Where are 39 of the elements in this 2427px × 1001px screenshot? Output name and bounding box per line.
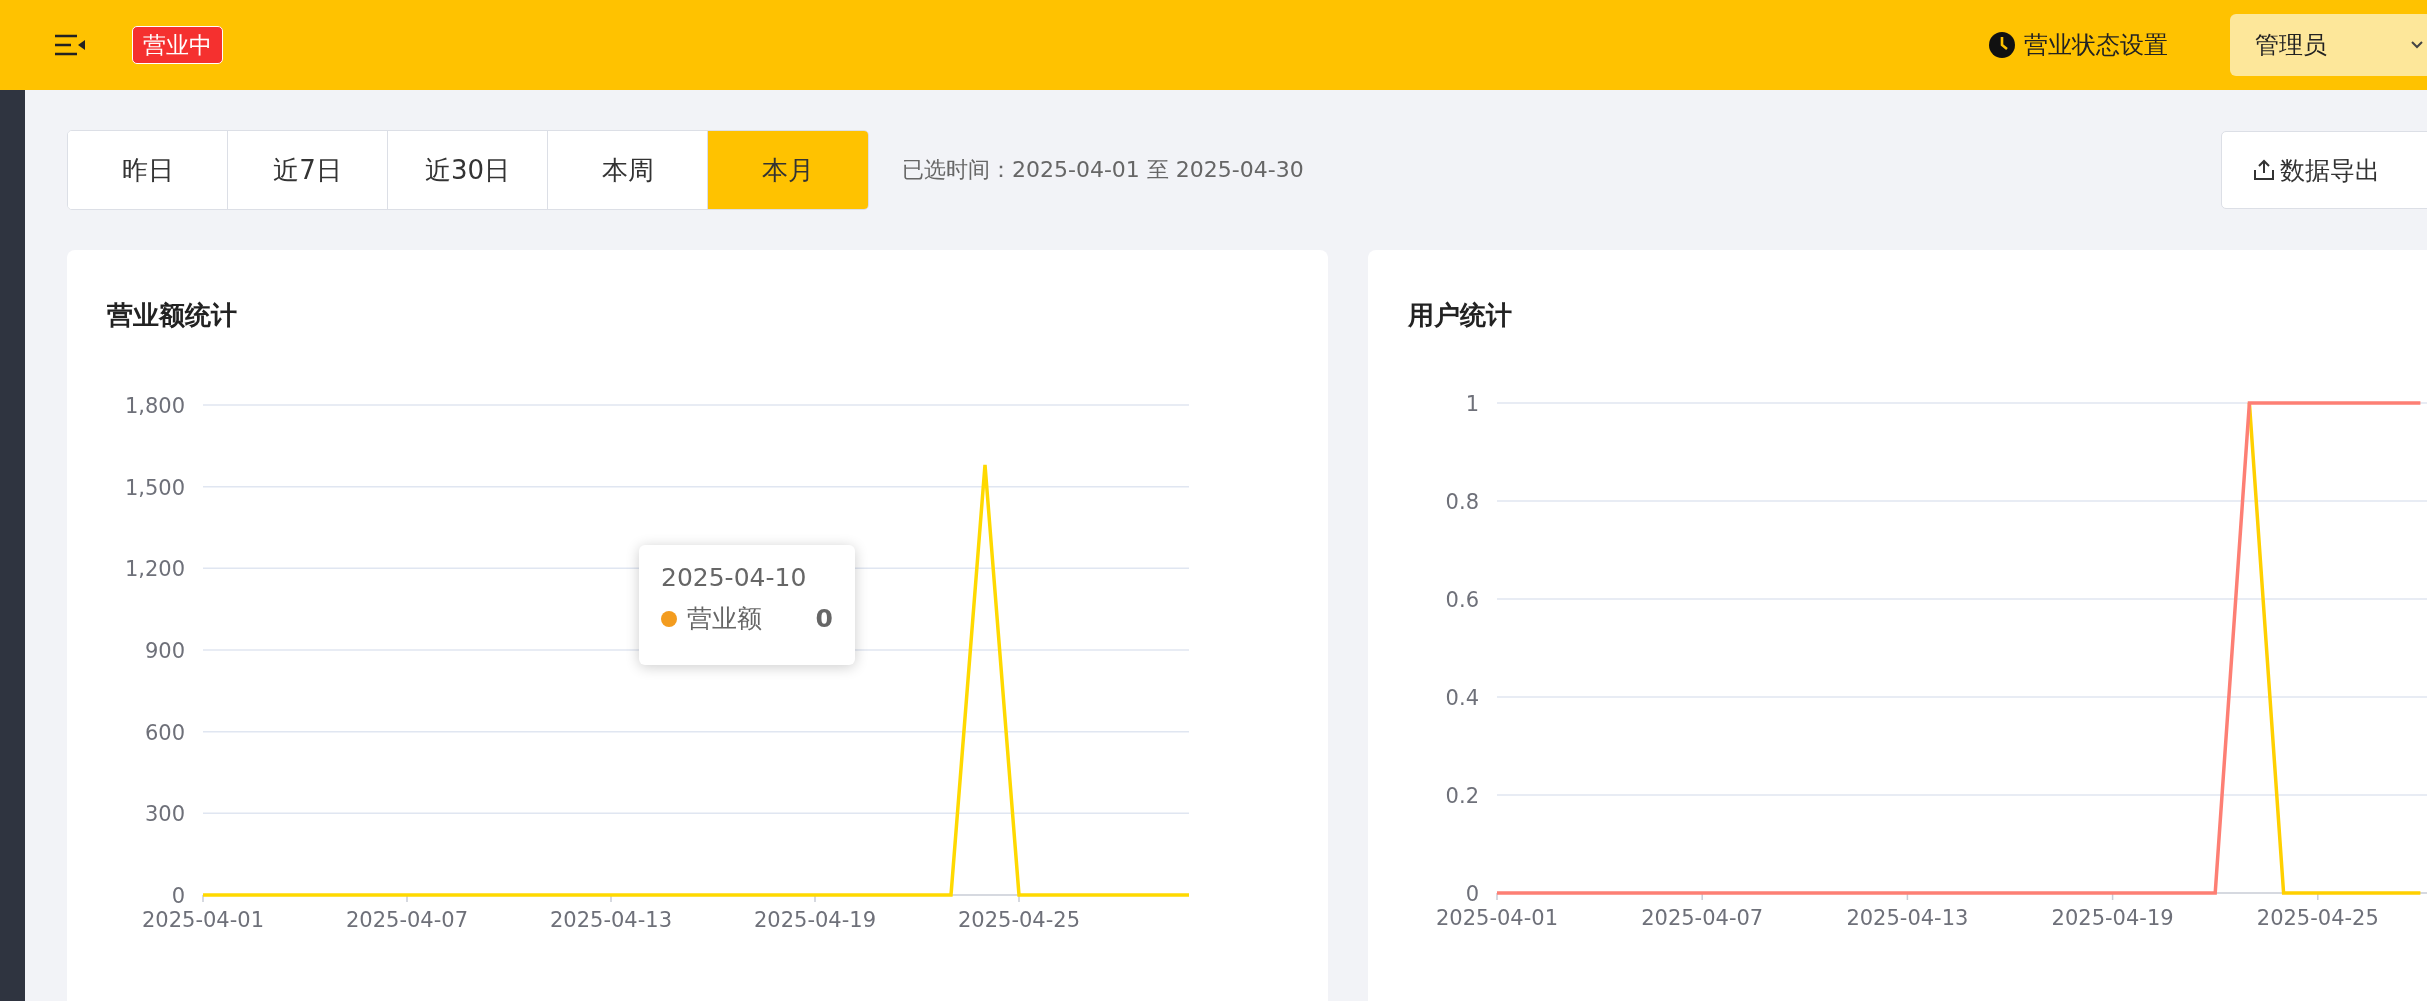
y-axis-label: 0.8	[1445, 490, 1479, 514]
x-axis-label: 2025-04-25	[958, 908, 1080, 932]
x-axis-label: 2025-04-01	[1436, 906, 1558, 930]
y-axis-label: 0	[1465, 882, 1479, 906]
tooltip-value: 0	[815, 604, 833, 633]
y-axis-label: 0	[171, 884, 185, 908]
y-axis-label: 1,500	[124, 475, 185, 500]
y-axis-label: 900	[144, 639, 185, 663]
y-axis-label: 600	[144, 720, 185, 745]
x-axis-label: 2025-04-25	[2256, 906, 2379, 930]
status-badge: 营业中	[132, 26, 223, 64]
y-axis-label: 1,200	[124, 557, 185, 582]
export-button[interactable]: 数据导出	[2221, 131, 2427, 209]
y-axis-label: 0.4	[1445, 686, 1479, 710]
x-axis-label: 2025-04-13	[1846, 906, 1969, 930]
date-range-tab[interactable]: 本月	[708, 131, 868, 209]
x-axis-label: 2025-04-19	[754, 908, 876, 932]
caret-icon	[2411, 41, 2423, 49]
x-axis-label: 2025-04-07	[1641, 906, 1764, 930]
status-settings-button[interactable]: 营业状态设置	[1988, 29, 2168, 61]
tooltip-series-name: 营业额	[687, 603, 762, 635]
clock-icon	[1988, 31, 2016, 59]
tooltip-date: 2025-04-10	[661, 563, 808, 592]
x-axis-label: 2025-04-07	[346, 908, 468, 932]
x-axis-label: 2025-04-19	[2051, 906, 2174, 930]
y-axis-label: 300	[144, 802, 185, 827]
selected-range-text: 已选时间：2025-04-01 至 2025-04-30	[902, 156, 1304, 184]
date-range-tab[interactable]: 昨日	[68, 131, 228, 209]
x-axis-label: 2025-04-13	[550, 908, 672, 932]
y-axis-label: 1	[1465, 392, 1479, 416]
y-axis-label: 0.6	[1445, 588, 1479, 612]
user-menu[interactable]: 管理员	[2230, 14, 2427, 76]
x-axis-label: 2025-04-01	[142, 908, 264, 932]
export-icon	[2252, 158, 2276, 182]
card-title: 营业额统计	[106, 299, 238, 332]
card-title: 用户统计	[1407, 299, 1513, 332]
y-axis-label: 1,800	[124, 394, 185, 418]
menu-icon[interactable]	[55, 34, 85, 56]
y-axis-label: 0.2	[1445, 784, 1479, 808]
